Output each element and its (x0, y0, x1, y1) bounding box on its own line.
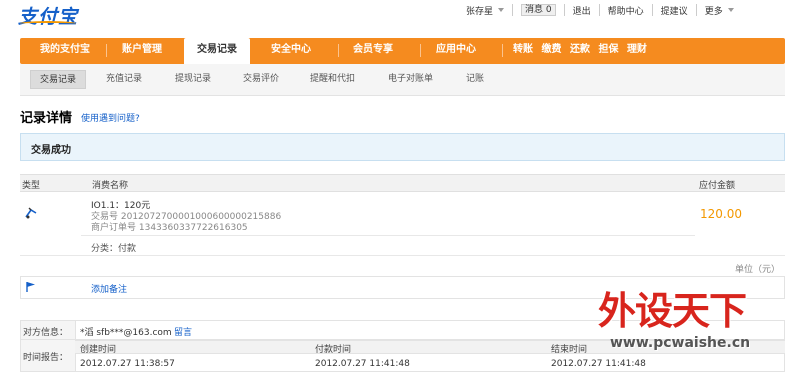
paid-time-value: 2012.07.27 11:41:48 (315, 359, 410, 369)
quick-transfer[interactable]: 转账 (513, 44, 533, 55)
row-divider (81, 235, 695, 236)
subnav-recharge[interactable]: 充值记录 (106, 70, 142, 89)
chevron-down-icon (498, 8, 505, 12)
created-time-value: 2012.07.27 11:38:57 (80, 359, 175, 369)
unit-label: 单位（元） (735, 265, 781, 275)
end-time-header: 结束时间 (551, 345, 588, 355)
amount-value: 120.00 (700, 207, 742, 221)
time-report-label: 时间报告： (23, 353, 69, 363)
watermark-url: www.pcwaishe.cn (610, 335, 751, 351)
subnav-withdraw[interactable]: 提现记录 (175, 70, 211, 89)
subnav-reminders[interactable]: 提醒和代扣 (310, 70, 355, 89)
help-center-label: 帮助中心 (607, 6, 644, 17)
more-menu[interactable]: 更多 (695, 4, 742, 17)
nav-my-alipay[interactable]: 我的支付宝 (40, 38, 90, 64)
suggest-label: 提建议 (660, 6, 688, 17)
paid-time-header: 付款时间 (315, 345, 352, 355)
quick-pay-bills[interactable]: 缴费 (541, 44, 561, 55)
nav-transactions[interactable]: 交易记录 (184, 38, 250, 64)
quick-repay[interactable]: 还款 (570, 44, 590, 55)
messages-box: 消息 0 (521, 4, 556, 16)
messages-link[interactable]: 消息 0 (512, 4, 564, 16)
add-note-link[interactable]: 添加备注 (91, 282, 127, 295)
quick-finance[interactable]: 理财 (627, 44, 647, 55)
created-time-header: 创建时间 (80, 345, 117, 355)
flag-icon (26, 282, 35, 292)
watermark: 外设天下 www.pcwaishe.cn (598, 280, 788, 360)
nav-member[interactable]: 会员专享 (353, 38, 393, 64)
quick-links: 转账 缴费 还款 担保 理财 (513, 38, 652, 64)
nav-divider (338, 44, 339, 57)
nav-account[interactable]: 账户管理 (122, 38, 162, 64)
end-time-value: 2012.07.27 11:41:48 (551, 359, 646, 369)
top-links: 张存星 消息 0 退出 帮助中心 提建议 更多 (466, 4, 742, 17)
subnav-transactions[interactable]: 交易记录 (30, 70, 87, 89)
logout-link[interactable]: 退出 (563, 4, 599, 17)
counterparty-value: *滔 sfb***@163.com (80, 328, 172, 338)
payment-type-icon (25, 207, 37, 219)
messages-count: 0 (545, 5, 552, 15)
status-text: 交易成功 (31, 145, 71, 156)
nav-divider (106, 44, 107, 57)
more-label: 更多 (704, 6, 723, 17)
logo-swoosh-icon (20, 21, 76, 26)
user-menu[interactable]: 张存星 (466, 4, 512, 17)
subnav-reviews[interactable]: 交易评价 (243, 70, 279, 89)
logout-label: 退出 (572, 6, 591, 17)
quick-escrow[interactable]: 担保 (598, 44, 618, 55)
sub-nav: 交易记录 充值记录 提现记录 交易评价 提醒和代扣 电子对账单 记账 (20, 64, 785, 96)
counterparty-label: 对方信息： (23, 328, 69, 338)
nav-security[interactable]: 安全中心 (271, 38, 311, 64)
alipay-logo[interactable]: 支付宝 (18, 2, 94, 28)
watermark-text: 外设天下 (598, 289, 747, 333)
help-center-link[interactable]: 帮助中心 (598, 4, 652, 17)
main-nav: 我的支付宝 账户管理 交易记录 安全中心 会员专享 应用中心 转账 缴费 还款 … (20, 38, 785, 64)
category-label: 分类：付款 (91, 244, 137, 254)
suggest-link[interactable]: 提建议 (651, 4, 696, 17)
table-header: 类型 消费名称 应付金额 (20, 174, 785, 192)
subnav-statement[interactable]: 电子对账单 (388, 70, 433, 89)
messages-label: 消息 (525, 5, 544, 15)
header-type: 类型 (22, 181, 41, 191)
nav-apps[interactable]: 应用中心 (436, 38, 476, 64)
table-bottom-divider (20, 255, 785, 256)
top-bar: 支付宝 张存星 消息 0 退出 帮助中心 提建议 更多 (0, 0, 800, 30)
merchant-order-number: 商户订单号 1343360337722616305 (91, 223, 248, 233)
nav-divider (420, 44, 421, 57)
header-name: 消费名称 (92, 181, 129, 191)
leave-message-link[interactable]: 留言 (174, 325, 192, 338)
page-title: 记录详情 (20, 111, 73, 126)
chevron-down-icon (727, 8, 734, 12)
subnav-bookkeeping[interactable]: 记账 (466, 70, 484, 89)
user-name: 张存星 (466, 6, 494, 17)
status-banner: 交易成功 (20, 133, 785, 161)
nav-divider (502, 44, 503, 57)
help-link[interactable]: 使用遇到问题? (81, 111, 140, 124)
header-amount: 应付金额 (699, 181, 736, 191)
